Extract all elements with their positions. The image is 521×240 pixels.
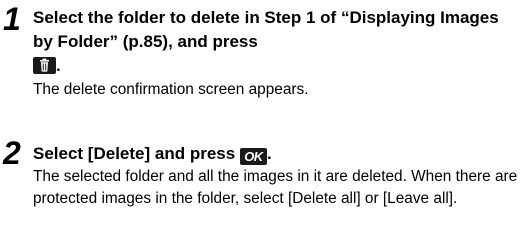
step-heading-end: .: [266, 144, 272, 163]
step-heading-text: Select the folder to delete in Step 1 of…: [33, 8, 499, 51]
step-description: The delete confirmation screen appears.: [33, 81, 309, 98]
step-number: 2: [3, 135, 21, 171]
step-heading: Select [Delete] and press OK.: [33, 142, 519, 166]
step-description: The selected folder and all the images i…: [33, 168, 518, 207]
step-heading: Select the folder to delete in Step 1 of…: [33, 6, 519, 78]
step-number: 1: [3, 1, 21, 37]
step-heading-end: .: [56, 56, 61, 75]
ok-key-icon: OK: [239, 148, 267, 165]
step-heading-text: Select [Delete] and press: [33, 144, 236, 163]
trash-key-icon: [33, 57, 56, 74]
